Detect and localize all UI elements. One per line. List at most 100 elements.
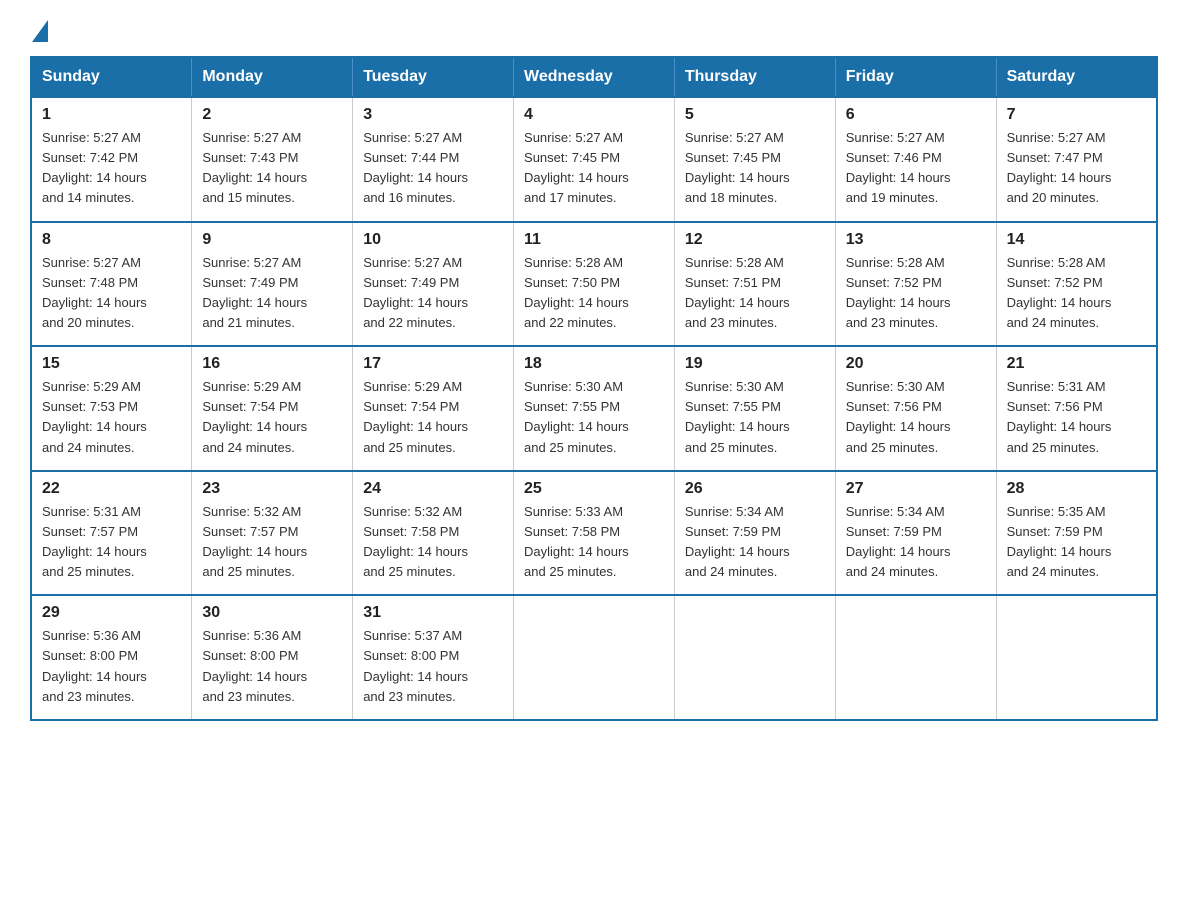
calendar-cell: 3 Sunrise: 5:27 AM Sunset: 7:44 PM Dayli… — [353, 97, 514, 222]
day-info: Sunrise: 5:27 AM Sunset: 7:43 PM Dayligh… — [202, 128, 342, 209]
day-number: 9 — [202, 231, 342, 249]
calendar-cell — [514, 595, 675, 720]
day-number: 27 — [846, 480, 986, 498]
calendar-header: SundayMondayTuesdayWednesdayThursdayFrid… — [31, 57, 1157, 97]
day-info: Sunrise: 5:29 AM Sunset: 7:53 PM Dayligh… — [42, 377, 181, 458]
day-info: Sunrise: 5:27 AM Sunset: 7:48 PM Dayligh… — [42, 253, 181, 334]
day-header-thursday: Thursday — [674, 57, 835, 97]
day-number: 24 — [363, 480, 503, 498]
day-info: Sunrise: 5:27 AM Sunset: 7:45 PM Dayligh… — [685, 128, 825, 209]
day-number: 3 — [363, 106, 503, 124]
week-row-4: 22 Sunrise: 5:31 AM Sunset: 7:57 PM Dayl… — [31, 471, 1157, 596]
day-info: Sunrise: 5:28 AM Sunset: 7:52 PM Dayligh… — [846, 253, 986, 334]
day-number: 11 — [524, 231, 664, 249]
calendar-cell: 16 Sunrise: 5:29 AM Sunset: 7:54 PM Dayl… — [192, 346, 353, 471]
days-of-week-row: SundayMondayTuesdayWednesdayThursdayFrid… — [31, 57, 1157, 97]
calendar-cell: 12 Sunrise: 5:28 AM Sunset: 7:51 PM Dayl… — [674, 222, 835, 347]
day-number: 8 — [42, 231, 181, 249]
calendar-cell: 20 Sunrise: 5:30 AM Sunset: 7:56 PM Dayl… — [835, 346, 996, 471]
day-number: 22 — [42, 480, 181, 498]
day-info: Sunrise: 5:33 AM Sunset: 7:58 PM Dayligh… — [524, 502, 664, 583]
day-number: 7 — [1007, 106, 1146, 124]
day-info: Sunrise: 5:28 AM Sunset: 7:52 PM Dayligh… — [1007, 253, 1146, 334]
logo-blue-part — [30, 20, 48, 38]
calendar-cell: 30 Sunrise: 5:36 AM Sunset: 8:00 PM Dayl… — [192, 595, 353, 720]
day-info: Sunrise: 5:30 AM Sunset: 7:55 PM Dayligh… — [685, 377, 825, 458]
week-row-2: 8 Sunrise: 5:27 AM Sunset: 7:48 PM Dayli… — [31, 222, 1157, 347]
day-info: Sunrise: 5:27 AM Sunset: 7:44 PM Dayligh… — [363, 128, 503, 209]
calendar-cell: 13 Sunrise: 5:28 AM Sunset: 7:52 PM Dayl… — [835, 222, 996, 347]
calendar-cell: 28 Sunrise: 5:35 AM Sunset: 7:59 PM Dayl… — [996, 471, 1157, 596]
day-info: Sunrise: 5:31 AM Sunset: 7:57 PM Dayligh… — [42, 502, 181, 583]
day-header-tuesday: Tuesday — [353, 57, 514, 97]
week-row-5: 29 Sunrise: 5:36 AM Sunset: 8:00 PM Dayl… — [31, 595, 1157, 720]
day-number: 10 — [363, 231, 503, 249]
day-number: 6 — [846, 106, 986, 124]
day-number: 17 — [363, 355, 503, 373]
calendar-body: 1 Sunrise: 5:27 AM Sunset: 7:42 PM Dayli… — [31, 97, 1157, 720]
logo-arrow-icon — [32, 20, 48, 42]
calendar-cell: 23 Sunrise: 5:32 AM Sunset: 7:57 PM Dayl… — [192, 471, 353, 596]
calendar-cell — [674, 595, 835, 720]
day-number: 18 — [524, 355, 664, 373]
calendar-cell: 21 Sunrise: 5:31 AM Sunset: 7:56 PM Dayl… — [996, 346, 1157, 471]
day-header-sunday: Sunday — [31, 57, 192, 97]
logo — [30, 20, 48, 38]
calendar-cell: 19 Sunrise: 5:30 AM Sunset: 7:55 PM Dayl… — [674, 346, 835, 471]
calendar-cell: 14 Sunrise: 5:28 AM Sunset: 7:52 PM Dayl… — [996, 222, 1157, 347]
day-number: 13 — [846, 231, 986, 249]
week-row-3: 15 Sunrise: 5:29 AM Sunset: 7:53 PM Dayl… — [31, 346, 1157, 471]
day-header-wednesday: Wednesday — [514, 57, 675, 97]
calendar-cell: 25 Sunrise: 5:33 AM Sunset: 7:58 PM Dayl… — [514, 471, 675, 596]
calendar-cell: 7 Sunrise: 5:27 AM Sunset: 7:47 PM Dayli… — [996, 97, 1157, 222]
day-number: 28 — [1007, 480, 1146, 498]
day-header-saturday: Saturday — [996, 57, 1157, 97]
day-number: 2 — [202, 106, 342, 124]
calendar-cell: 29 Sunrise: 5:36 AM Sunset: 8:00 PM Dayl… — [31, 595, 192, 720]
day-info: Sunrise: 5:35 AM Sunset: 7:59 PM Dayligh… — [1007, 502, 1146, 583]
day-info: Sunrise: 5:34 AM Sunset: 7:59 PM Dayligh… — [685, 502, 825, 583]
calendar-cell: 11 Sunrise: 5:28 AM Sunset: 7:50 PM Dayl… — [514, 222, 675, 347]
day-number: 16 — [202, 355, 342, 373]
day-number: 20 — [846, 355, 986, 373]
calendar-cell: 15 Sunrise: 5:29 AM Sunset: 7:53 PM Dayl… — [31, 346, 192, 471]
calendar-cell: 26 Sunrise: 5:34 AM Sunset: 7:59 PM Dayl… — [674, 471, 835, 596]
day-info: Sunrise: 5:28 AM Sunset: 7:50 PM Dayligh… — [524, 253, 664, 334]
calendar-cell: 6 Sunrise: 5:27 AM Sunset: 7:46 PM Dayli… — [835, 97, 996, 222]
day-number: 1 — [42, 106, 181, 124]
day-info: Sunrise: 5:32 AM Sunset: 7:58 PM Dayligh… — [363, 502, 503, 583]
page-header — [30, 20, 1158, 38]
day-info: Sunrise: 5:27 AM Sunset: 7:45 PM Dayligh… — [524, 128, 664, 209]
calendar-cell: 31 Sunrise: 5:37 AM Sunset: 8:00 PM Dayl… — [353, 595, 514, 720]
calendar-cell: 10 Sunrise: 5:27 AM Sunset: 7:49 PM Dayl… — [353, 222, 514, 347]
day-info: Sunrise: 5:34 AM Sunset: 7:59 PM Dayligh… — [846, 502, 986, 583]
calendar-cell: 5 Sunrise: 5:27 AM Sunset: 7:45 PM Dayli… — [674, 97, 835, 222]
calendar-cell: 8 Sunrise: 5:27 AM Sunset: 7:48 PM Dayli… — [31, 222, 192, 347]
calendar-table: SundayMondayTuesdayWednesdayThursdayFrid… — [30, 56, 1158, 721]
day-info: Sunrise: 5:27 AM Sunset: 7:42 PM Dayligh… — [42, 128, 181, 209]
day-number: 15 — [42, 355, 181, 373]
calendar-cell — [996, 595, 1157, 720]
day-info: Sunrise: 5:30 AM Sunset: 7:55 PM Dayligh… — [524, 377, 664, 458]
week-row-1: 1 Sunrise: 5:27 AM Sunset: 7:42 PM Dayli… — [31, 97, 1157, 222]
calendar-cell: 27 Sunrise: 5:34 AM Sunset: 7:59 PM Dayl… — [835, 471, 996, 596]
day-info: Sunrise: 5:29 AM Sunset: 7:54 PM Dayligh… — [202, 377, 342, 458]
day-info: Sunrise: 5:27 AM Sunset: 7:49 PM Dayligh… — [363, 253, 503, 334]
calendar-cell: 4 Sunrise: 5:27 AM Sunset: 7:45 PM Dayli… — [514, 97, 675, 222]
day-info: Sunrise: 5:31 AM Sunset: 7:56 PM Dayligh… — [1007, 377, 1146, 458]
day-number: 29 — [42, 604, 181, 622]
calendar-cell — [835, 595, 996, 720]
day-number: 31 — [363, 604, 503, 622]
day-number: 23 — [202, 480, 342, 498]
day-number: 25 — [524, 480, 664, 498]
day-info: Sunrise: 5:32 AM Sunset: 7:57 PM Dayligh… — [202, 502, 342, 583]
day-info: Sunrise: 5:27 AM Sunset: 7:46 PM Dayligh… — [846, 128, 986, 209]
day-number: 26 — [685, 480, 825, 498]
calendar-cell: 17 Sunrise: 5:29 AM Sunset: 7:54 PM Dayl… — [353, 346, 514, 471]
day-info: Sunrise: 5:37 AM Sunset: 8:00 PM Dayligh… — [363, 626, 503, 707]
day-header-friday: Friday — [835, 57, 996, 97]
day-number: 12 — [685, 231, 825, 249]
day-info: Sunrise: 5:36 AM Sunset: 8:00 PM Dayligh… — [202, 626, 342, 707]
day-number: 21 — [1007, 355, 1146, 373]
calendar-cell: 1 Sunrise: 5:27 AM Sunset: 7:42 PM Dayli… — [31, 97, 192, 222]
